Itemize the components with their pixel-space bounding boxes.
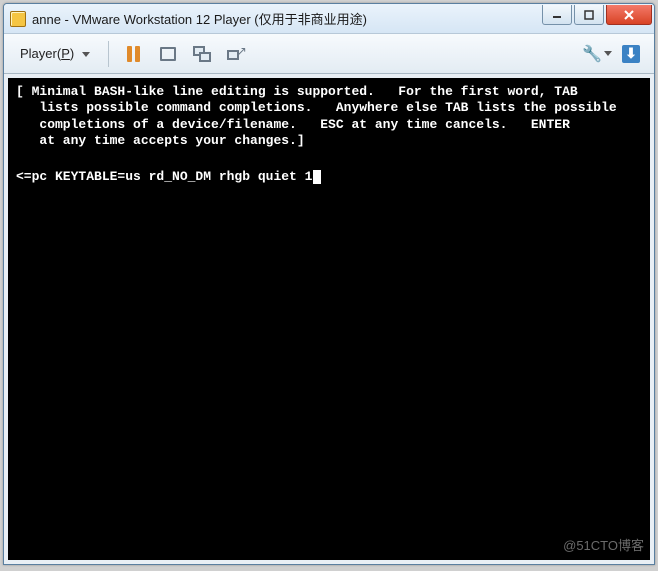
player-menu-button[interactable]: Player(P) (12, 42, 98, 65)
fullscreen-button[interactable] (187, 40, 217, 68)
toolbar-separator (108, 41, 109, 67)
vm-display[interactable]: [ Minimal BASH-like line editing is supp… (8, 78, 650, 560)
minimize-icon (552, 10, 562, 20)
settings-button[interactable]: 🔧 (582, 40, 612, 68)
screen-icon (160, 47, 176, 61)
app-icon (10, 11, 26, 27)
window-title: anne - VMware Workstation 12 Player (仅用于… (32, 9, 542, 28)
chevron-down-icon (604, 51, 612, 56)
grub-command-line[interactable]: <=pc KEYTABLE=us rd_NO_DM rhgb quiet 1 (16, 169, 642, 185)
close-icon (623, 9, 635, 21)
unity-icon: ↗ (227, 46, 245, 62)
toolbar: Player(P) ↗ 🔧 ⬇ (4, 34, 654, 74)
grub-help-text: [ Minimal BASH-like line editing is supp… (16, 84, 642, 149)
pause-button[interactable] (119, 40, 149, 68)
app-window: anne - VMware Workstation 12 Player (仅用于… (3, 3, 655, 565)
send-ctrl-alt-del-button[interactable] (153, 40, 183, 68)
maximize-button[interactable] (574, 5, 604, 25)
maximize-icon (584, 10, 594, 20)
minimize-button[interactable] (542, 5, 572, 25)
titlebar[interactable]: anne - VMware Workstation 12 Player (仅用于… (4, 4, 654, 34)
download-button[interactable]: ⬇ (616, 40, 646, 68)
unity-button[interactable]: ↗ (221, 40, 251, 68)
close-button[interactable] (606, 5, 652, 25)
window-controls (542, 4, 654, 33)
pause-icon (127, 46, 140, 62)
text-cursor (313, 170, 321, 184)
wrench-icon: 🔧 (582, 44, 602, 64)
watermark-text: @51CTO博客 (563, 538, 644, 554)
command-text: <=pc KEYTABLE=us rd_NO_DM rhgb quiet 1 (16, 169, 312, 184)
player-menu-label: Player(P) (20, 46, 74, 61)
fullscreen-icon (193, 46, 211, 62)
chevron-down-icon (82, 52, 90, 57)
download-icon: ⬇ (622, 45, 640, 63)
